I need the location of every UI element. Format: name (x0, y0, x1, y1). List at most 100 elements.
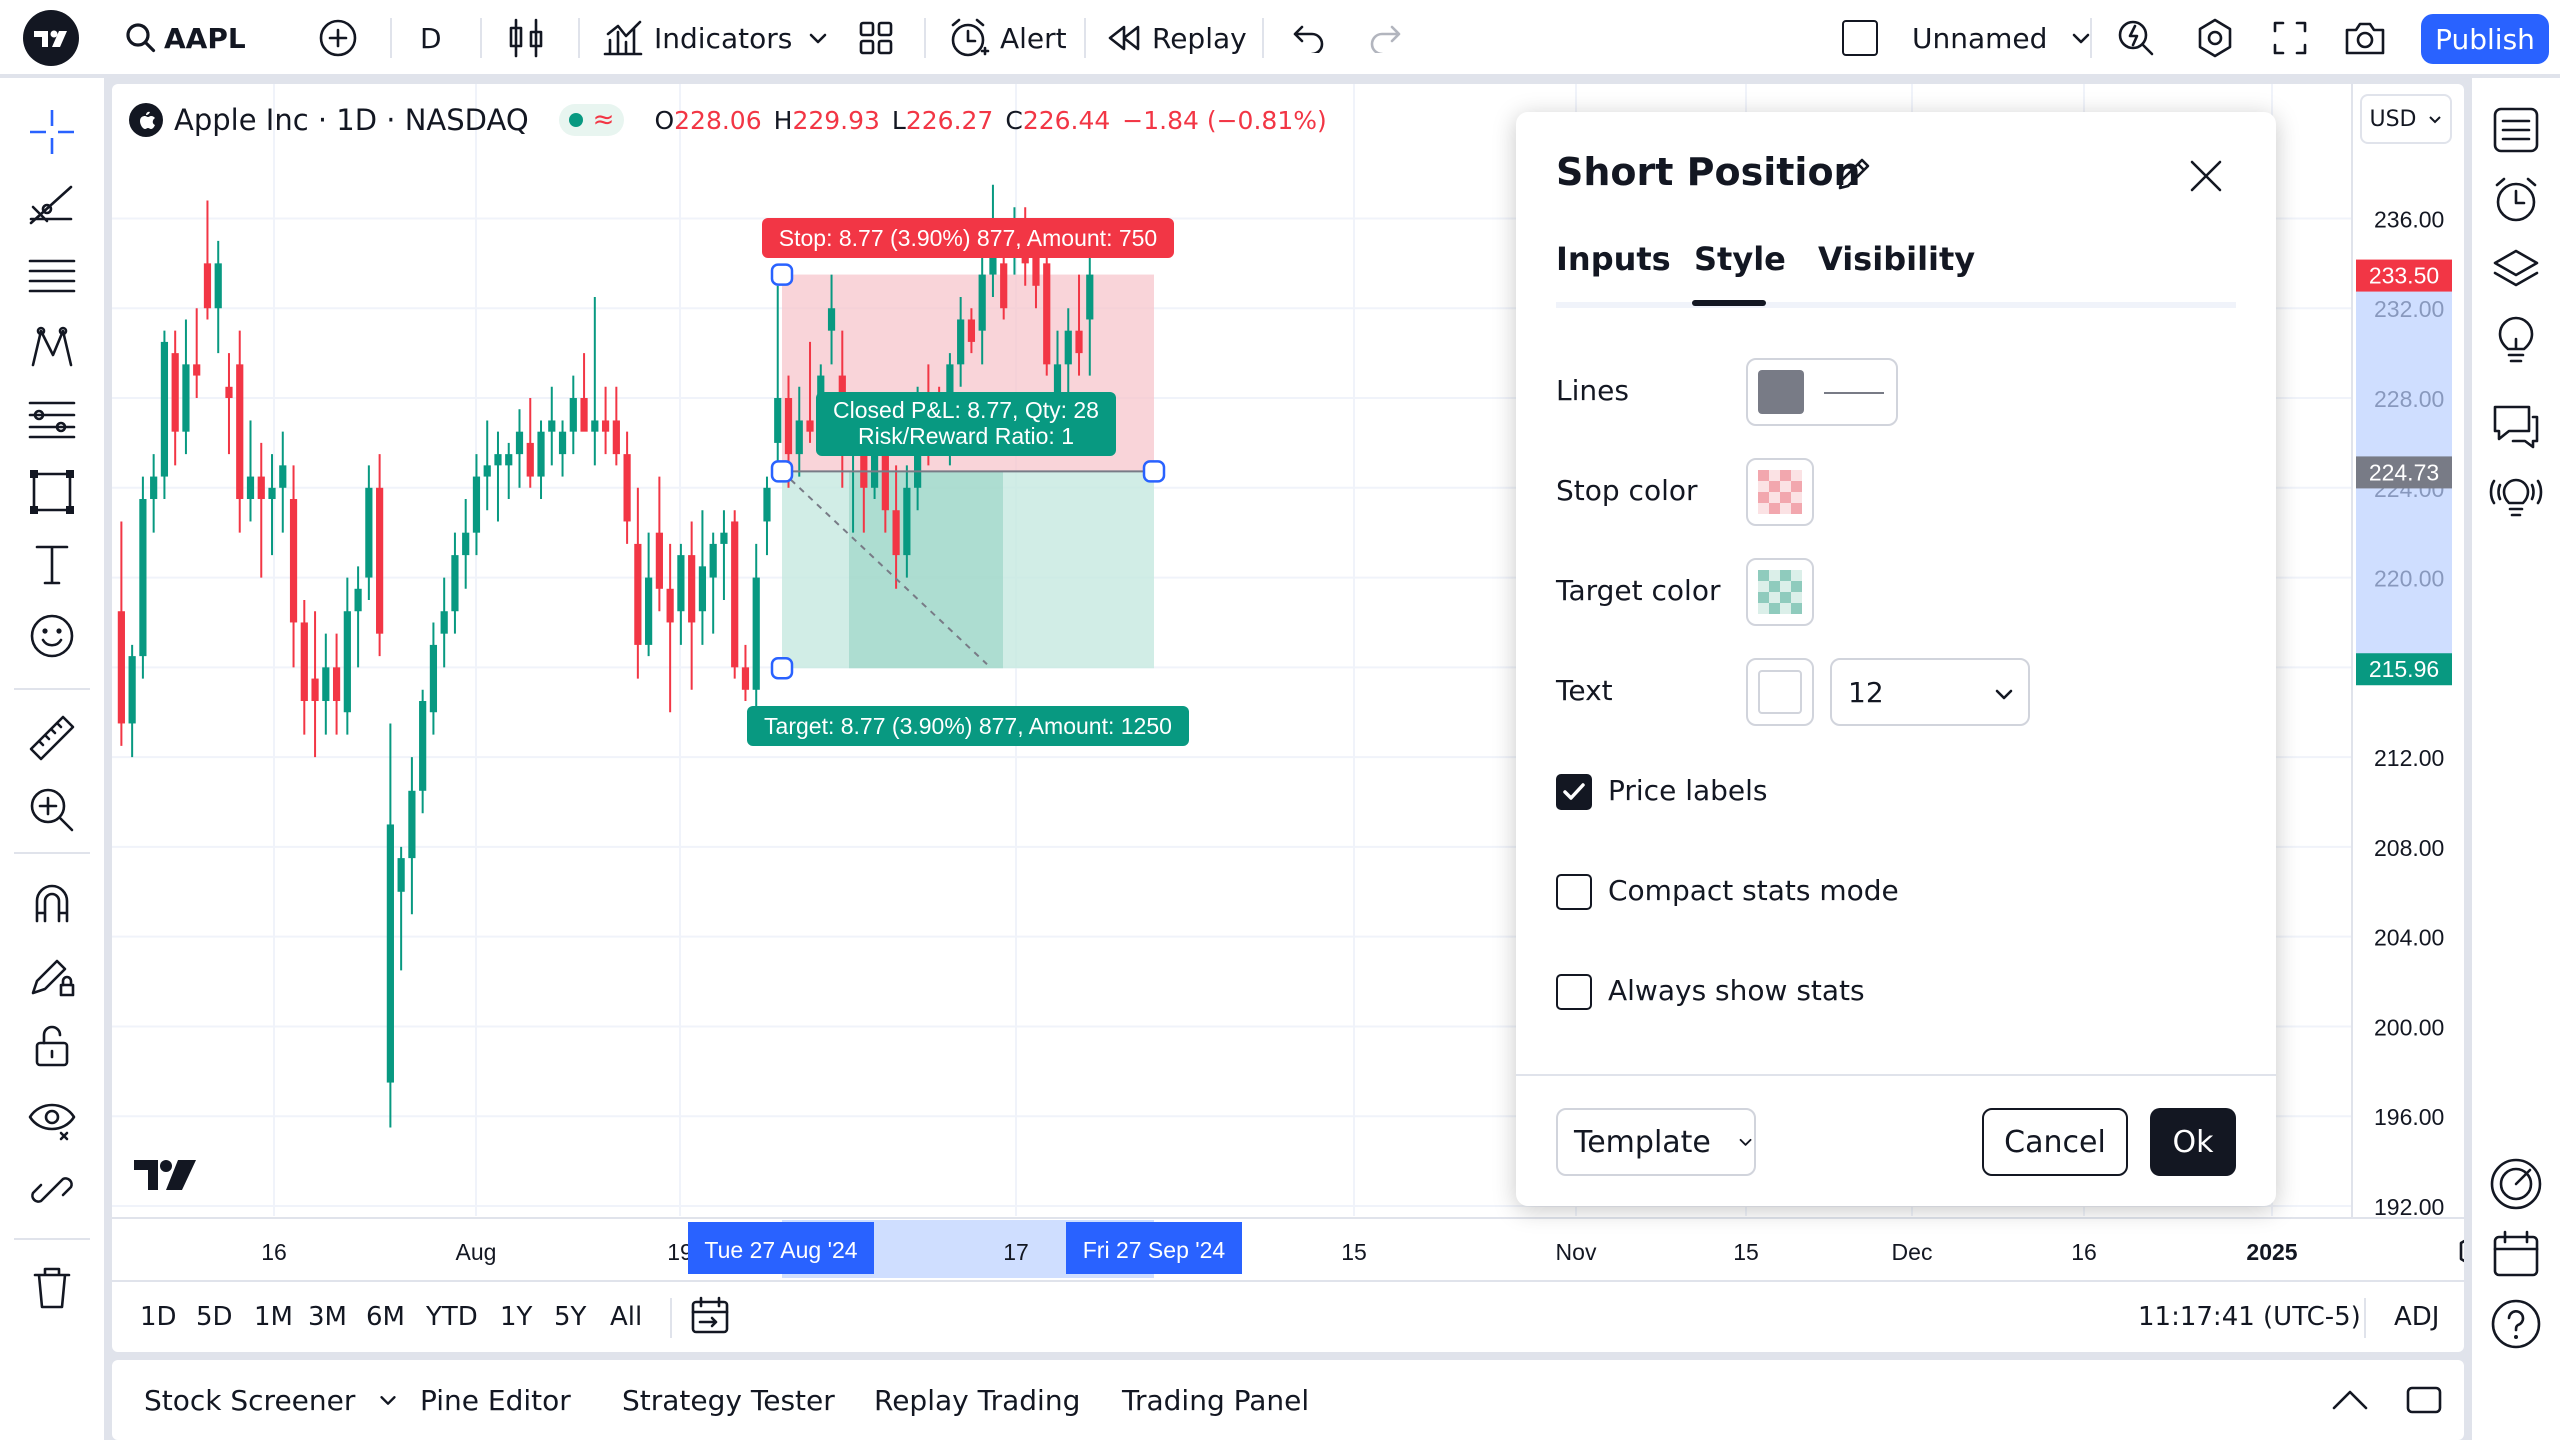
indicators-dropdown-button[interactable] (806, 0, 830, 76)
compact-stats-checkbox[interactable] (1556, 874, 1592, 910)
clock-timezone-button[interactable]: 11:17:41 (UTC-5) (2138, 1302, 2361, 1332)
ideas-button[interactable] (2486, 310, 2546, 370)
interval-button[interactable]: D (420, 0, 442, 76)
chats-button[interactable] (2486, 396, 2546, 456)
candle-body (677, 555, 685, 612)
maximize-panel-button[interactable] (2404, 1382, 2444, 1422)
position-handle[interactable] (770, 460, 794, 483)
lock-all-tool[interactable] (22, 1016, 82, 1076)
publish-button[interactable]: Publish (2421, 14, 2549, 64)
chevron-down-icon (1739, 1138, 1752, 1146)
dialog-tab-style[interactable]: Style (1694, 240, 1786, 278)
alert-button[interactable]: Alert (948, 0, 1067, 76)
go-to-date-button[interactable] (690, 1296, 732, 1340)
undo-button[interactable] (1292, 0, 1326, 76)
layout-checkbox[interactable] (1842, 0, 1878, 76)
market-status-badge[interactable]: ≈ (558, 104, 625, 136)
range-button-all[interactable]: All (610, 1302, 642, 1332)
zoom-in-icon (30, 788, 74, 832)
trend-line-tool[interactable] (22, 174, 82, 234)
range-button-5d[interactable]: 5D (196, 1302, 233, 1332)
bottom-tab-replay-trading[interactable]: Replay Trading (874, 1360, 1080, 1440)
price-labels-checkbox[interactable] (1556, 774, 1592, 810)
chart-type-button[interactable] (506, 0, 546, 76)
candle-body (117, 611, 125, 724)
calendar-button[interactable] (2486, 1224, 2546, 1284)
compare-symbol-button[interactable] (318, 0, 358, 76)
candle-body (332, 667, 341, 702)
range-button-1m[interactable]: 1M (254, 1302, 293, 1332)
template-button[interactable]: Template (1556, 1108, 1756, 1176)
layout-name-button[interactable]: Unnamed (1912, 0, 2093, 76)
close-button[interactable] (2186, 156, 2226, 200)
hide-drawings-tool[interactable] (22, 1088, 82, 1148)
watchlist-button[interactable] (2486, 100, 2546, 160)
adjust-data-button[interactable]: ADJ (2394, 1302, 2439, 1332)
help-button[interactable] (2486, 1294, 2546, 1354)
settings-button[interactable] (2194, 0, 2236, 76)
streams-button[interactable] (2486, 466, 2546, 526)
position-handle[interactable] (770, 656, 794, 680)
position-handle[interactable] (1142, 460, 1166, 483)
bottom-tab-strategy-tester[interactable]: Strategy Tester (622, 1360, 835, 1440)
tradingview-logo-button[interactable] (22, 0, 80, 76)
link-tool[interactable] (22, 1160, 82, 1220)
range-button-1y[interactable]: 1Y (500, 1302, 532, 1332)
text-color-button[interactable] (1746, 658, 1814, 726)
range-button-6m[interactable]: 6M (366, 1302, 405, 1332)
rename-button[interactable] (1836, 156, 1872, 196)
line-style-preview (1824, 392, 1884, 394)
lines-style-button[interactable] (1746, 358, 1898, 426)
horizontal-lines-tool[interactable] (22, 246, 82, 306)
fullscreen-button[interactable] (2272, 0, 2308, 76)
geometric-shapes-tool[interactable] (22, 462, 82, 522)
help-icon (2491, 1299, 2541, 1349)
range-button-ytd[interactable]: YTD (426, 1302, 478, 1332)
currency-selector[interactable]: USD (2360, 94, 2452, 144)
compact-stats-label[interactable]: Compact stats mode (1608, 874, 1899, 907)
replay-button[interactable]: Replay (1106, 0, 1247, 76)
measure-tool[interactable] (22, 708, 82, 768)
always-show-stats-checkbox[interactable] (1556, 974, 1592, 1010)
candle-body (784, 398, 793, 455)
price-labels-label[interactable]: Price labels (1608, 774, 1768, 807)
symbol-search-button[interactable]: AAPL (124, 0, 246, 76)
crosshair-tool[interactable] (22, 102, 82, 162)
bottom-tab-stock-screener[interactable]: Stock Screener (144, 1360, 399, 1440)
dialog-tab-inputs[interactable]: Inputs (1556, 240, 1671, 278)
range-button-1d[interactable]: 1D (140, 1302, 177, 1332)
alerts-button[interactable] (2486, 170, 2546, 230)
lock-drawings-tool[interactable] (22, 944, 82, 1004)
price-tick-label: 208.00 (2374, 835, 2444, 861)
text-tool[interactable] (22, 534, 82, 594)
bottom-tab-trading-panel[interactable]: Trading Panel (1122, 1360, 1309, 1440)
target-color-button[interactable] (1746, 558, 1814, 626)
position-handle[interactable] (770, 263, 794, 286)
range-button-3m[interactable]: 3M (308, 1302, 347, 1332)
ok-button[interactable]: Ok (2150, 1108, 2236, 1176)
candle-body (311, 678, 319, 702)
object-tree-button[interactable] (2486, 240, 2546, 300)
collapse-panel-button[interactable] (2330, 1382, 2370, 1422)
zoom-tool[interactable] (22, 780, 82, 840)
bottom-tab-pine-editor[interactable]: Pine Editor (420, 1360, 571, 1440)
always-show-stats-label[interactable]: Always show stats (1608, 974, 1865, 1007)
redo-button[interactable] (1368, 0, 1402, 76)
emoji-tool[interactable] (22, 606, 82, 666)
magnet-tool[interactable] (22, 872, 82, 932)
pattern-tool[interactable] (22, 318, 82, 378)
axis-settings-button[interactable] (2456, 1234, 2464, 1272)
font-size-select[interactable]: 12 (1830, 658, 2030, 726)
screenshot-button[interactable] (2344, 0, 2386, 76)
remove-drawings-tool[interactable] (22, 1258, 82, 1318)
dom-button[interactable] (2486, 1154, 2546, 1214)
indicators-button[interactable]: Indicators (602, 0, 792, 76)
layouts-button[interactable] (858, 0, 894, 76)
checkmark-icon (1563, 783, 1585, 800)
forecast-tool[interactable] (22, 390, 82, 450)
dialog-tab-visibility[interactable]: Visibility (1818, 240, 1975, 278)
range-button-5y[interactable]: 5Y (554, 1302, 586, 1332)
cancel-button[interactable]: Cancel (1982, 1108, 2128, 1176)
quick-search-button[interactable] (2116, 0, 2156, 76)
stop-color-button[interactable] (1746, 458, 1814, 526)
